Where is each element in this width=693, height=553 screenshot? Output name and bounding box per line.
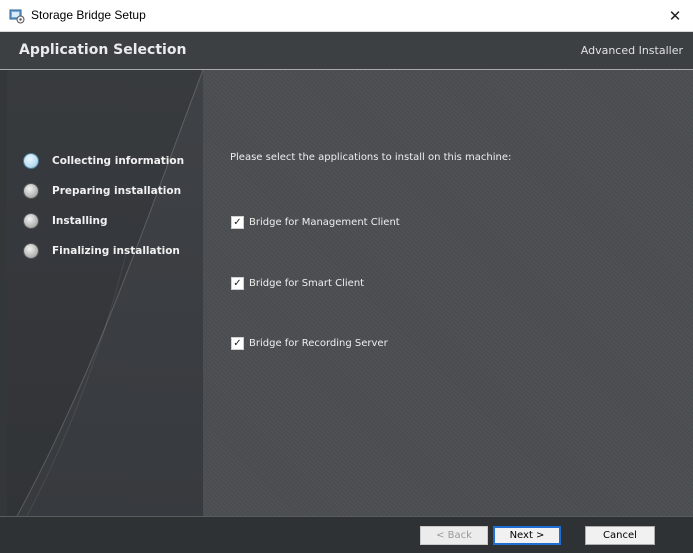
title-bar: Storage Bridge Setup ✕ — [0, 0, 693, 32]
page-title: Application Selection — [19, 42, 187, 58]
recording-server-checkbox[interactable]: ✓ — [231, 337, 244, 350]
step-indicator-icon — [24, 184, 38, 198]
content-panel: Please select the applications to instal… — [203, 70, 693, 516]
step-list: Collecting information Preparing install… — [24, 146, 184, 266]
checkmark-icon: ✓ — [233, 337, 242, 349]
page-header: Application Selection Advanced Installer — [0, 32, 693, 70]
smart-client-checkbox[interactable]: ✓ — [231, 277, 244, 290]
checkmark-icon: ✓ — [233, 277, 242, 289]
next-button[interactable]: Next > — [493, 526, 561, 545]
step-label: Collecting information — [52, 155, 185, 167]
option-smart-client[interactable]: ✓ Bridge for Smart Client — [231, 277, 364, 290]
button-bar: < Back Next > Cancel — [0, 516, 693, 553]
back-button[interactable]: < Back — [420, 526, 488, 545]
option-label: Bridge for Recording Server — [249, 338, 388, 349]
step-indicator-icon — [24, 214, 38, 228]
close-icon: ✕ — [668, 6, 682, 25]
checkmark-icon: ✓ — [233, 216, 242, 228]
steps-sidebar: Collecting information Preparing install… — [7, 70, 203, 516]
step-installing: Installing — [24, 206, 184, 236]
option-recording-server[interactable]: ✓ Bridge for Recording Server — [231, 337, 388, 350]
step-collecting-information: Collecting information — [24, 146, 184, 176]
close-button[interactable]: ✕ — [657, 0, 693, 31]
management-client-checkbox[interactable]: ✓ — [231, 216, 244, 229]
brand-label: Advanced Installer — [580, 44, 683, 57]
window-title: Storage Bridge Setup — [31, 8, 146, 22]
sidebar-decoration — [7, 70, 203, 516]
selection-prompt: Please select the applications to instal… — [230, 152, 512, 163]
installer-app-icon — [9, 9, 25, 24]
step-indicator-icon — [24, 244, 38, 258]
option-label: Bridge for Smart Client — [249, 278, 365, 289]
option-management-client[interactable]: ✓ Bridge for Management Client — [231, 216, 400, 229]
cancel-button[interactable]: Cancel — [585, 526, 655, 545]
step-label: Finalizing installation — [52, 245, 180, 257]
step-finalizing-installation: Finalizing installation — [24, 236, 184, 266]
step-label: Preparing installation — [52, 185, 182, 197]
step-label: Installing — [52, 215, 108, 227]
left-edge-strip — [0, 70, 7, 516]
step-preparing-installation: Preparing installation — [24, 176, 184, 206]
option-label: Bridge for Management Client — [249, 217, 400, 228]
setup-window: Storage Bridge Setup ✕ Application Selec… — [0, 0, 693, 553]
step-active-indicator-icon — [24, 154, 38, 168]
